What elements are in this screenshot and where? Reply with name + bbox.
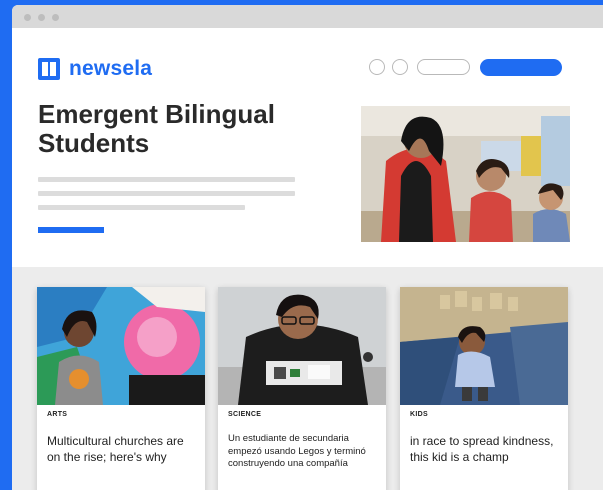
article-category: ARTS xyxy=(47,411,68,418)
accent-bar xyxy=(38,227,104,233)
article-category: SCIENCE xyxy=(228,411,262,418)
window-close-dot[interactable] xyxy=(24,14,31,21)
article-category: KIDS xyxy=(410,411,428,418)
article-card-kids[interactable]: KIDS in race to spread kindness, this ki… xyxy=(400,287,568,490)
article-image-robotics xyxy=(218,287,386,405)
primary-cta-button[interactable] xyxy=(480,59,562,76)
newsela-logo[interactable]: newsela xyxy=(38,56,152,82)
article-title[interactable]: in race to spread kindness, this kid is … xyxy=(410,433,560,465)
nav-pill-button[interactable] xyxy=(417,59,470,75)
article-card-science[interactable]: SCIENCE Un estudiante de secundaria empe… xyxy=(218,287,386,490)
article-image-mural xyxy=(37,287,205,405)
text-placeholder-line xyxy=(38,177,295,182)
window-titlebar xyxy=(12,5,603,28)
text-placeholder-line xyxy=(38,205,245,210)
nav-circle-button-1[interactable] xyxy=(369,59,385,75)
brand-name: newsela xyxy=(69,57,153,80)
article-cards-section: ARTS Multicultural churches are on the r… xyxy=(12,267,603,490)
browser-window: newsela Emergent Bilingual Students ARTS… xyxy=(12,5,603,490)
window-maximize-dot[interactable] xyxy=(52,14,59,21)
text-placeholder-line xyxy=(38,191,295,196)
nav-circle-button-2[interactable] xyxy=(392,59,408,75)
article-title[interactable]: Multicultural churches are on the rise; … xyxy=(47,433,197,465)
article-image-kid xyxy=(400,287,568,405)
window-minimize-dot[interactable] xyxy=(38,14,45,21)
newsela-logo-icon xyxy=(38,58,60,80)
page-title: Emergent Bilingual Students xyxy=(38,99,275,158)
article-card-arts[interactable]: ARTS Multicultural churches are on the r… xyxy=(37,287,205,490)
article-title[interactable]: Un estudiante de secundaria empezó usand… xyxy=(228,433,378,471)
hero-classroom-photo xyxy=(361,106,570,242)
